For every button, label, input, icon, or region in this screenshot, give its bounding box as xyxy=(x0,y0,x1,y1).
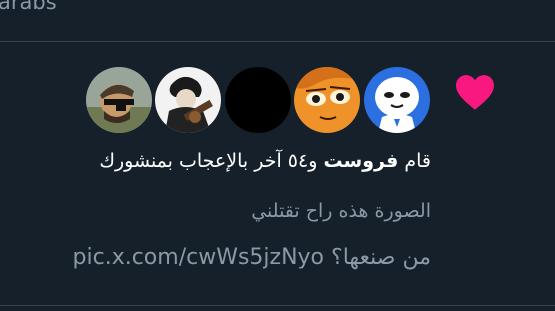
heart-icon xyxy=(456,75,494,110)
avatar[interactable] xyxy=(364,67,430,133)
tweet-question: من صنعها؟ xyxy=(331,245,431,270)
liked-prefix: قام xyxy=(404,150,431,172)
avatar[interactable] xyxy=(155,67,221,133)
tweet-text-line-2: من صنعها؟ pic.x.com/cwWs5jzNyo xyxy=(73,245,431,270)
tweet-media-link[interactable]: pic.x.com/cwWs5jzNyo xyxy=(73,245,324,270)
avatar[interactable] xyxy=(86,67,152,133)
tweet-text-line-1: الصورة هذه راح تقتلني xyxy=(251,200,431,222)
liked-suffix: و٥٤ آخر بالإعجاب بمنشورك xyxy=(99,150,318,172)
divider-top xyxy=(0,41,555,42)
avatar[interactable] xyxy=(294,67,360,133)
avatar[interactable] xyxy=(225,67,291,133)
liked-summary: قام فروست و٥٤ آخر بالإعجاب بمنشورك xyxy=(99,150,431,172)
previous-tweet-text: arabs xyxy=(0,0,57,14)
liked-user-name[interactable]: فروست xyxy=(323,150,398,172)
divider-bottom xyxy=(0,305,555,306)
